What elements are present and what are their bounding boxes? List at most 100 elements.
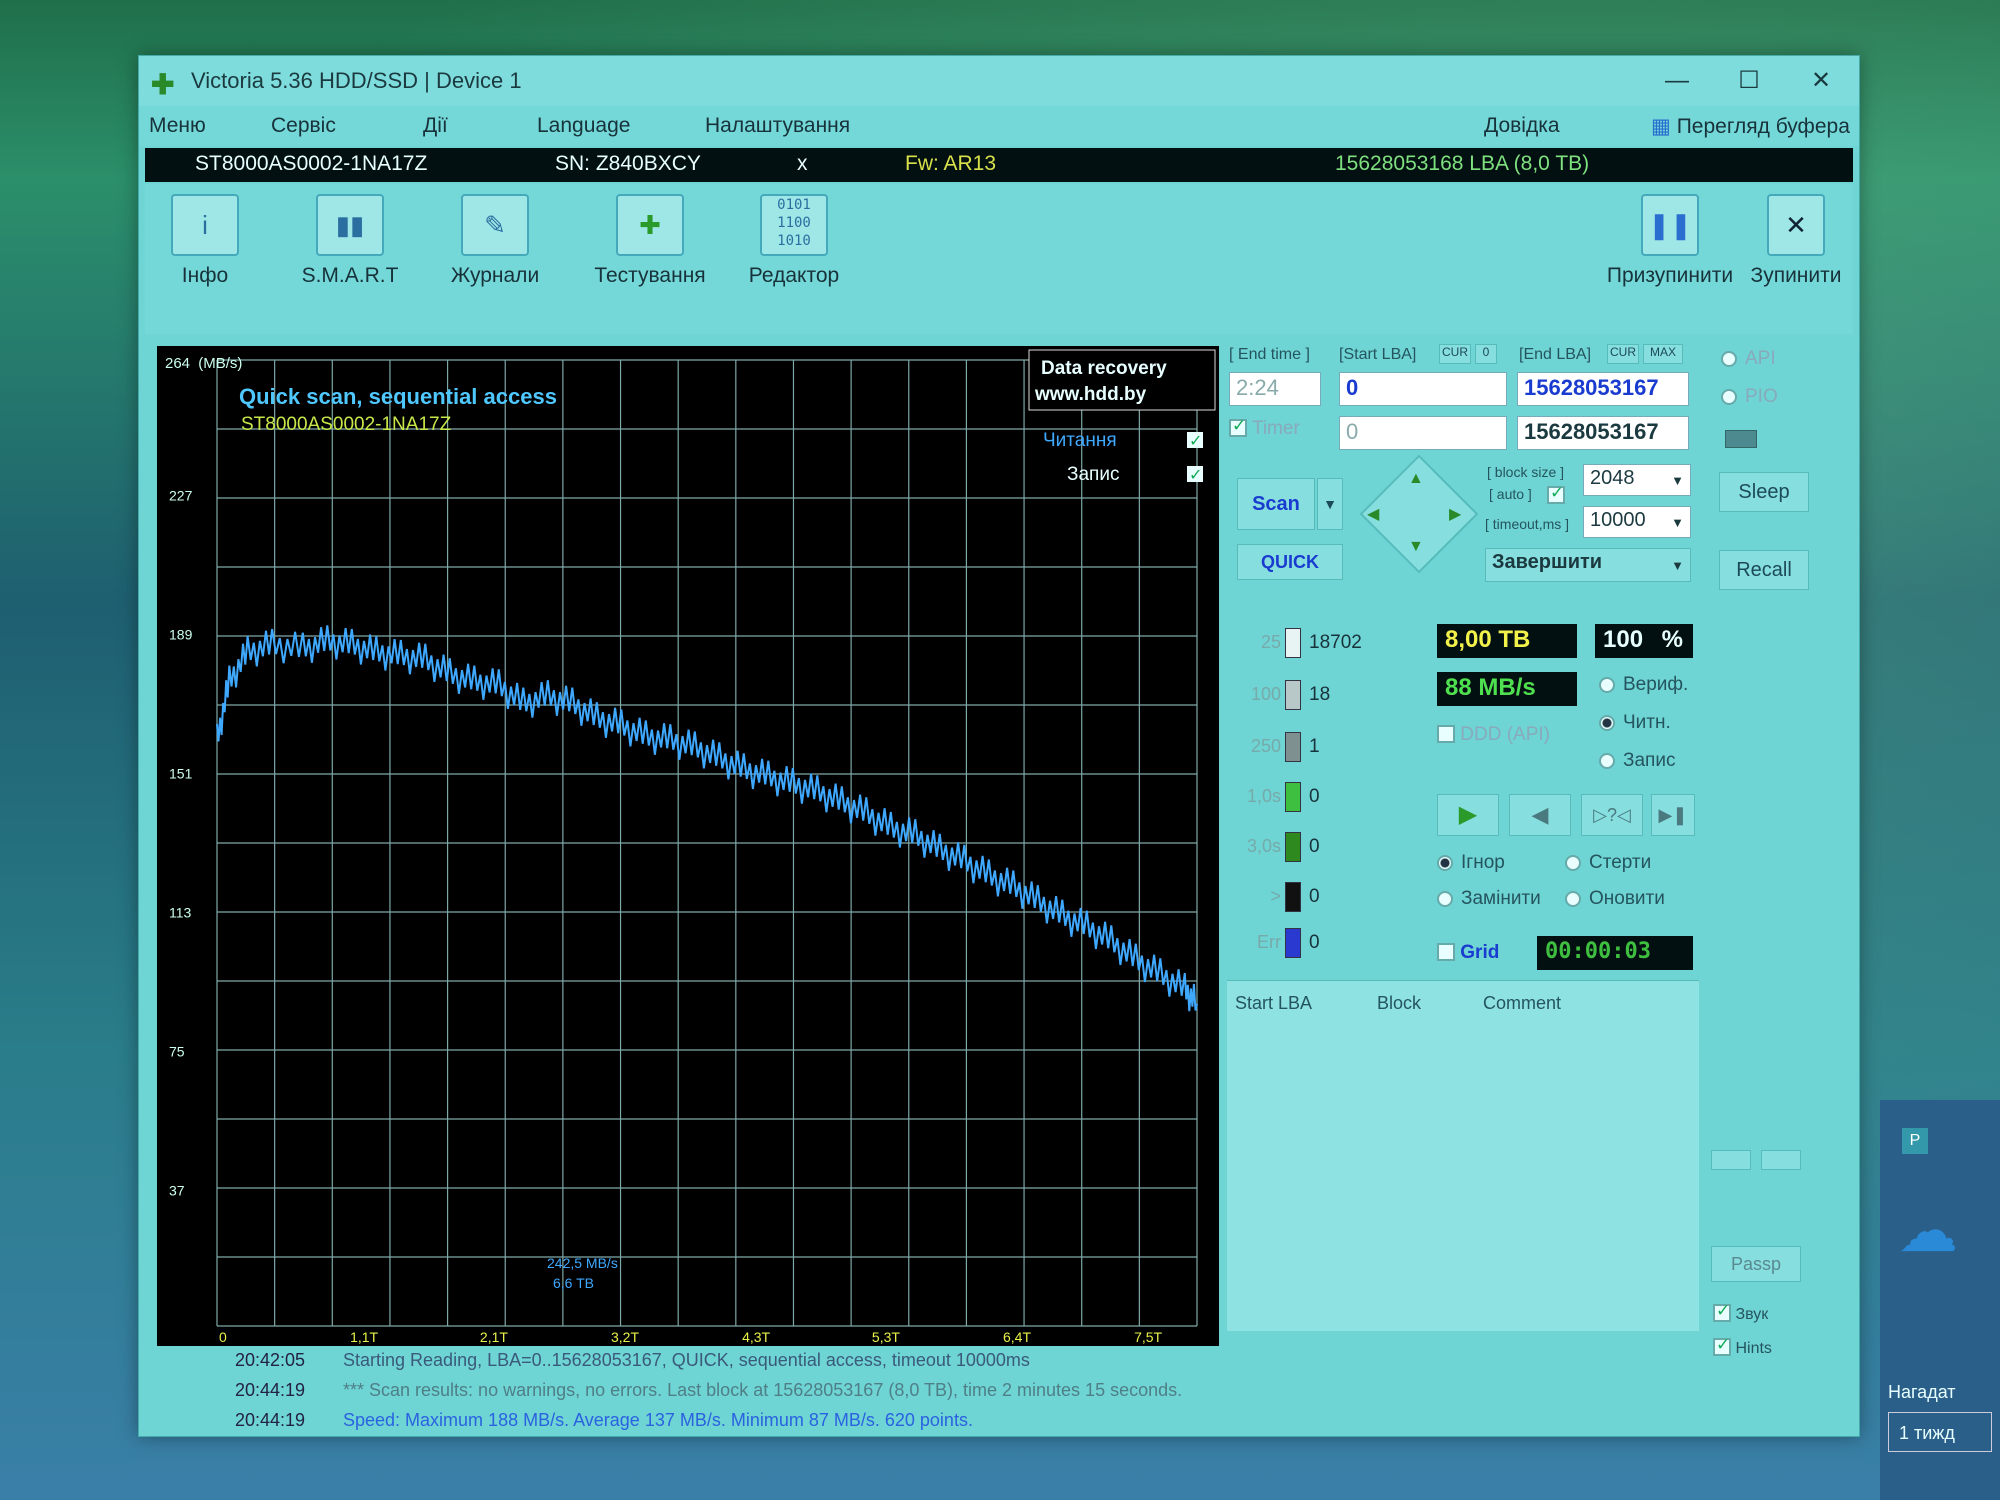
api-radio[interactable]: API — [1721, 348, 1776, 370]
menu-language[interactable]: Language — [537, 114, 630, 138]
end-lba-input[interactable]: 15628053167 — [1517, 372, 1689, 406]
reminder-select[interactable]: 1 тижд — [1888, 1412, 1992, 1452]
action-remap-radio[interactable]: Замінити — [1437, 888, 1541, 910]
action-ignore-radio[interactable]: Ігнор — [1437, 852, 1505, 874]
testing-label: Тестування — [594, 264, 706, 287]
legend-write: Запис — [1067, 464, 1119, 485]
y-tick-label: 75 — [169, 1044, 185, 1060]
end-lba-secondary-input[interactable]: 15628053167 — [1517, 416, 1689, 450]
menu-actions[interactable]: Дії — [423, 114, 448, 138]
editor-icon: 0101 1100 1010 — [760, 194, 828, 256]
menu-buffer-view[interactable]: ▦ Перегляд буфера — [1651, 114, 1850, 139]
sound-check-icon — [1713, 1301, 1731, 1322]
sound-checkbox[interactable]: Звук — [1713, 1301, 1768, 1324]
radio-icon — [1437, 855, 1453, 871]
histogram-row: 3,0s 0 — [1237, 832, 1387, 864]
hints-label: Hints — [1735, 1340, 1772, 1357]
defect-list[interactable]: Start LBA Block Comment — [1227, 980, 1699, 1331]
end-max-button[interactable]: MAX — [1643, 344, 1683, 364]
play-icon[interactable]: ▶ — [1437, 794, 1499, 836]
start-cur-button[interactable]: CUR — [1439, 344, 1471, 364]
menu-help[interactable]: Довідка — [1484, 114, 1560, 138]
menu-main[interactable]: Меню — [149, 114, 206, 138]
x-tick-label: 7,5T — [1134, 1329, 1162, 1345]
pio-radio[interactable]: PIO — [1721, 386, 1778, 408]
scan-control-panel: [ End time ] 2:24 Timer [Start LBA] CUR … — [1227, 338, 1702, 1338]
menu-settings[interactable]: Налаштування — [705, 114, 850, 138]
direction-up-icon[interactable]: ▲ — [1408, 470, 1424, 488]
watermark-line2: www.hdd.by — [1034, 384, 1147, 405]
close-button[interactable]: ✕ — [1793, 62, 1849, 100]
pio-label: PIO — [1745, 386, 1778, 407]
log-time: 20:44:19 — [235, 1380, 306, 1400]
action-refresh-radio[interactable]: Оновити — [1565, 888, 1665, 910]
x-tick-label: 2,1T — [480, 1329, 508, 1345]
logs-label: Журнали — [450, 264, 540, 287]
auto-checkbox[interactable] — [1547, 483, 1565, 504]
app-tray-icon[interactable]: P — [1902, 1128, 1928, 1154]
timer-checkbox[interactable]: Timer — [1229, 416, 1300, 440]
mode-write-radio[interactable]: Запис — [1599, 750, 1675, 772]
histogram-label: 250 — [1250, 736, 1281, 756]
scan-button[interactable]: Scan — [1237, 478, 1315, 530]
chart-subtitle: ST8000AS0002-1NA17Z — [241, 414, 452, 435]
menu-service[interactable]: Сервіс — [271, 114, 336, 138]
x-tick-label: 4,3T — [742, 1329, 770, 1345]
end-cur-button[interactable]: CUR — [1607, 344, 1639, 364]
cursor-speed-annotation: 242,5 MB/s — [547, 1255, 618, 1271]
pause-button[interactable]: ❚❚ Призупинити — [1600, 194, 1740, 314]
title-bar[interactable]: ✚ Victoria 5.36 HDD/SSD | Device 1 — ☐ ✕ — [139, 56, 1859, 106]
legend-write-check-icon: ✓ — [1189, 465, 1202, 484]
histogram-color-box — [1285, 882, 1301, 912]
start-lba-input[interactable]: 0 — [1339, 372, 1507, 406]
y-unit-label: (MB/s) — [198, 355, 242, 372]
minimize-button[interactable]: — — [1649, 62, 1705, 100]
quick-button[interactable]: QUICK — [1237, 544, 1343, 580]
sleep-button[interactable]: Sleep — [1719, 472, 1809, 512]
back-icon[interactable]: ◀ — [1509, 794, 1571, 836]
radio-icon — [1721, 351, 1737, 367]
histogram-count: 0 — [1309, 836, 1320, 857]
mode-read-radio[interactable]: Читн. — [1599, 712, 1671, 734]
histogram-color-box — [1285, 680, 1301, 710]
passp-button[interactable]: Passp — [1711, 1246, 1801, 1282]
direction-left-icon[interactable]: ◀ — [1367, 504, 1379, 524]
ddd-api-checkbox[interactable]: DDD (API) — [1437, 724, 1550, 746]
finish-action-select[interactable]: Завершити ▼ — [1485, 548, 1691, 582]
action-erase-radio[interactable]: Стерти — [1565, 852, 1651, 874]
logs-button[interactable]: ✎ Журнали — [430, 194, 560, 314]
scan-dropdown-button[interactable]: ▼ — [1317, 478, 1343, 530]
smart-button[interactable]: ▮▮ S.M.A.R.T — [285, 194, 415, 314]
direction-right-icon[interactable]: ▶ — [1449, 504, 1461, 524]
grid-checkbox[interactable]: Grid — [1437, 942, 1499, 964]
direction-down-icon[interactable]: ▼ — [1408, 538, 1424, 556]
latency-histogram: 25 18702 100 18 250 1 1,0s 0 3,0s 0 >0 Err 0 — [1237, 628, 1387, 958]
event-log[interactable]: 20:42:05 Starting Reading, LBA=0..1562805… — [235, 1346, 1735, 1441]
stop-button[interactable]: ✕ Зупинити — [1741, 194, 1851, 314]
small-button-right[interactable] — [1761, 1150, 1801, 1170]
info-button[interactable]: i Інфо — [145, 194, 265, 314]
scanned-size-display: 8,00 TB — [1437, 624, 1577, 658]
radio-icon — [1721, 389, 1737, 405]
buffer-view-label: Перегляд буфера — [1676, 115, 1850, 138]
taskbar-tray-popup: P ☁ Нагадат 1 тижд — [1880, 1100, 2000, 1500]
maximize-button[interactable]: ☐ — [1721, 62, 1777, 100]
end-icon[interactable]: ▶❚ — [1651, 794, 1695, 836]
timeout-select[interactable]: 10000 ▼ — [1583, 506, 1691, 538]
timer-lba-input[interactable]: 0 — [1339, 416, 1507, 450]
skip-unknown-icon[interactable]: ▷?◁ — [1581, 794, 1643, 836]
recall-button[interactable]: Recall — [1719, 550, 1809, 590]
y-tick-label: 37 — [169, 1183, 185, 1199]
mode-verify-radio[interactable]: Вериф. — [1599, 674, 1688, 696]
testing-button[interactable]: ✚ Тестування — [575, 194, 725, 314]
block-size-select[interactable]: 2048 ▼ — [1583, 464, 1691, 496]
y-tick-label: 189 — [169, 626, 193, 642]
end-time-input[interactable]: 2:24 — [1229, 372, 1321, 406]
small-button-left[interactable] — [1711, 1150, 1751, 1170]
histogram-color-box — [1285, 928, 1301, 958]
info-label: Інфо — [181, 264, 229, 287]
editor-button[interactable]: 0101 1100 1010 Редактор — [729, 194, 859, 314]
start-zero-button[interactable]: 0 — [1475, 344, 1497, 364]
menu-bar: Меню Сервіс Дії Language Налаштування До… — [139, 106, 1859, 146]
col-comment: Comment — [1483, 993, 1562, 1013]
